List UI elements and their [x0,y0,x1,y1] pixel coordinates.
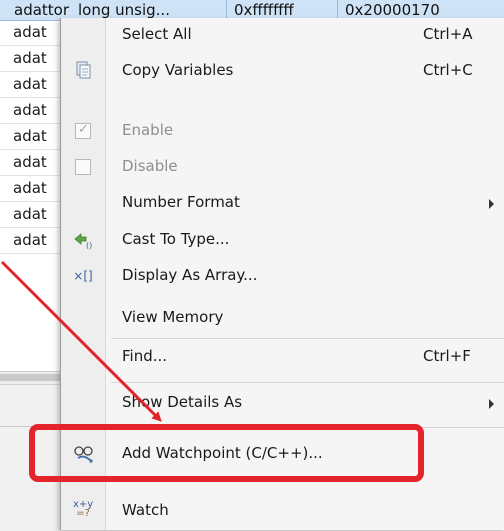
watch-expression-icon: x+y =? [73,499,94,519]
menu-item-enable[interactable]: ✓ Enable [61,114,504,148]
menu-item-cast-to-type[interactable]: () Cast To Type... [61,223,504,257]
cell-name: adattor [14,1,70,19]
column-divider [337,0,338,20]
menu-item-view-memory[interactable]: View Memory [61,301,504,335]
column-divider [226,0,227,20]
menu-item-find[interactable]: Find... Ctrl+F [61,340,504,374]
menu-item-copy-variables[interactable]: Copy Variables Ctrl+C [61,54,504,88]
submenu-arrow-icon [489,199,494,209]
checkbox-checked-icon: ✓ [75,122,91,139]
cell-address: 0x20000170 [345,1,440,19]
menu-item-number-format[interactable]: Number Format [61,186,504,220]
cell-value: 0xffffffff [234,1,294,19]
menu-separator [111,338,504,339]
highlight-box [29,424,424,482]
menu-item-select-all[interactable]: Select All Ctrl+A [61,18,504,52]
checkbox-icon [75,159,91,175]
menu-item-display-as-array[interactable]: ×[] Display As Array... [61,259,504,293]
scrollbar-thumb[interactable] [0,374,60,381]
array-icon: ×[] [73,269,93,283]
cast-type-icon: () [73,230,93,250]
menu-item-disable[interactable]: Disable [61,150,504,184]
cell-type: long unsig... [78,1,170,19]
svg-text:(): () [86,241,92,250]
menu-separator [111,382,504,383]
copy-icon [73,61,93,81]
menu-item-show-details-as[interactable]: Show Details As [61,386,504,420]
menu-item-watch[interactable]: x+y =? Watch [61,494,504,528]
submenu-arrow-icon [489,399,494,409]
